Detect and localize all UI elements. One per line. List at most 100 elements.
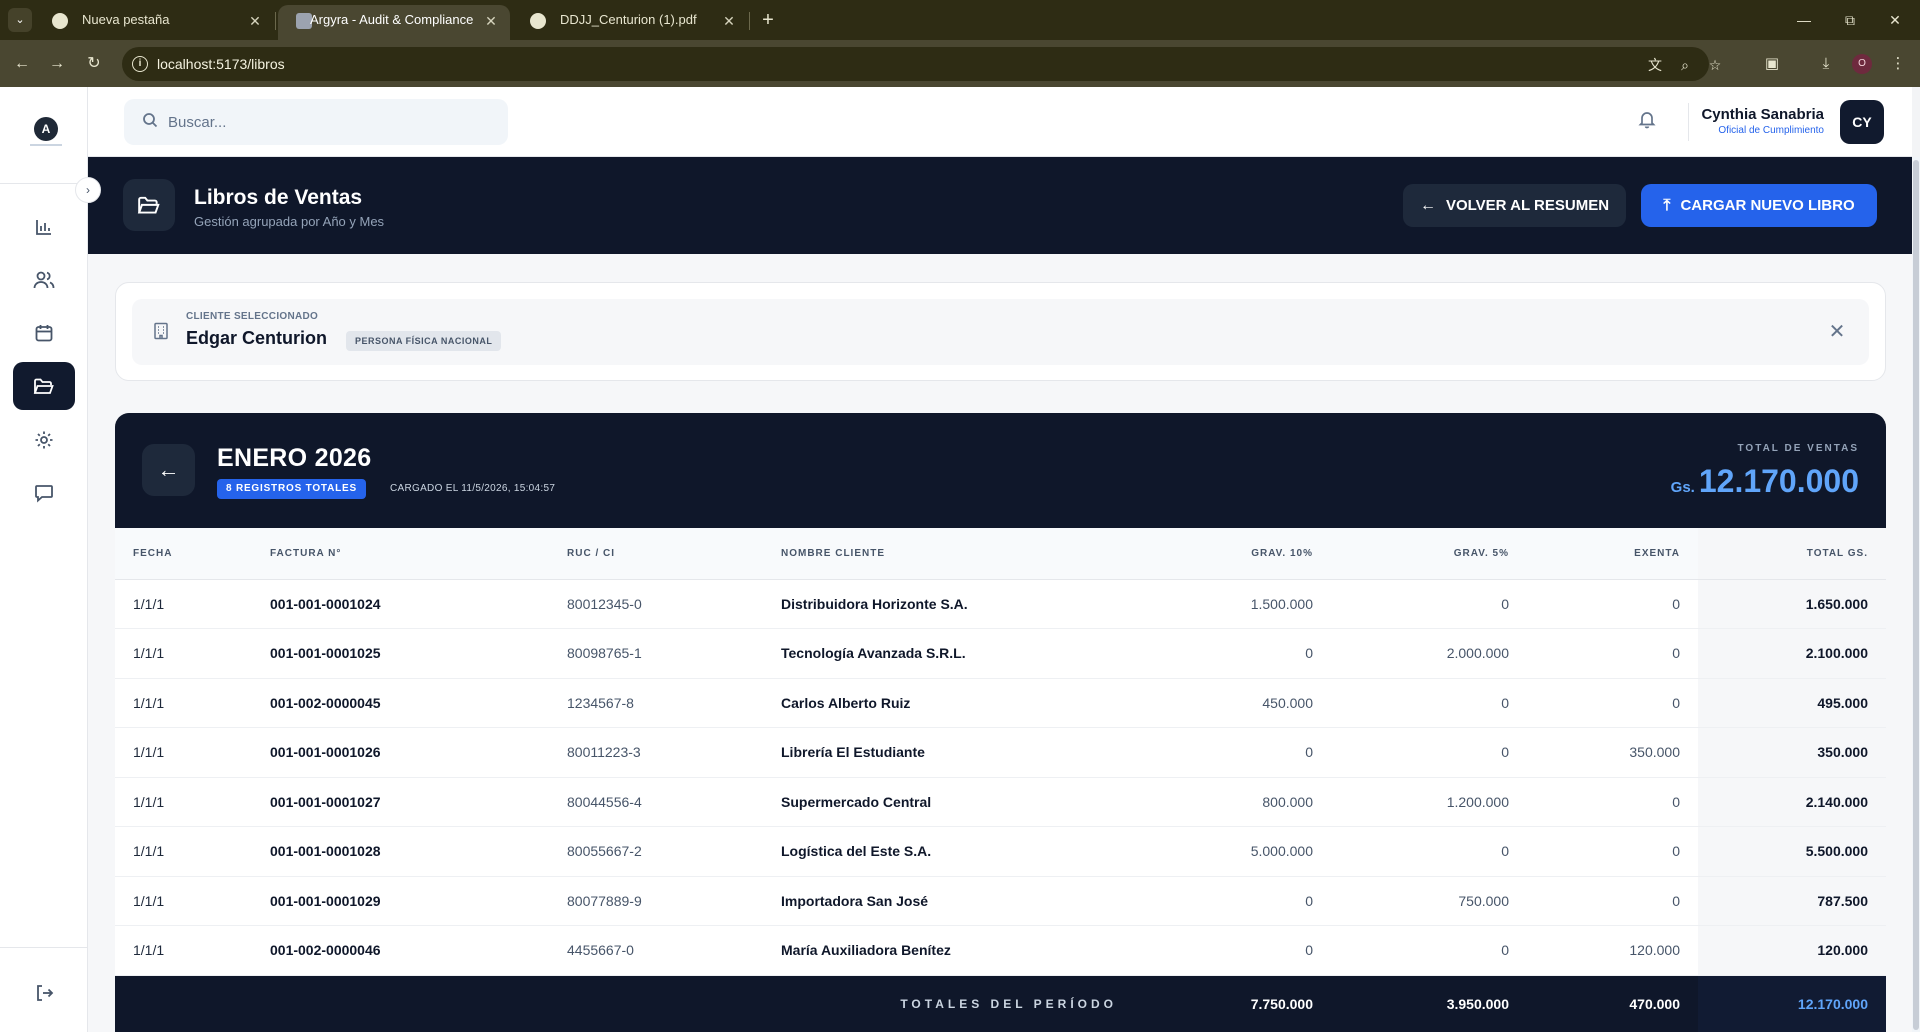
cell-total: 2.100.000 xyxy=(1698,628,1886,679)
column-header-fecha[interactable]: FECHA xyxy=(115,528,252,580)
minimize-icon[interactable]: — xyxy=(1789,8,1819,32)
logout-icon[interactable] xyxy=(28,977,60,1007)
new-tab-plus-icon[interactable]: + xyxy=(755,8,781,34)
table-row[interactable]: 1/1/1 001-001-0001028 80055667-2 Logística … xyxy=(115,826,1886,877)
sidebar-item-dashboard[interactable] xyxy=(13,202,75,250)
column-header-factura[interactable]: FACTURA N° xyxy=(252,528,549,580)
totals-label: TOTALES DEL PERÍODO xyxy=(115,975,1135,1032)
table-row[interactable]: 1/1/1 001-001-0001027 80044556-4 Supermerca… xyxy=(115,777,1886,827)
cell-exenta: 0 xyxy=(1527,826,1698,877)
table-row[interactable]: 1/1/1 001-001-0001025 80098765-1 Tecnología… xyxy=(115,628,1886,679)
profile-avatar[interactable]: O xyxy=(1852,54,1872,74)
table-row[interactable]: 1/1/1 001-002-0000046 4455667-0 María Auxil… xyxy=(115,925,1886,976)
ledger-header: ← ENERO 2026 8 REGISTROS TOTALES CARGADO… xyxy=(115,413,1886,528)
cell-ruc: 80077889-9 xyxy=(549,876,763,926)
cell-factura: 001-001-0001029 xyxy=(252,876,549,926)
back-to-summary-button[interactable]: ← VOLVER AL RESUMEN xyxy=(1403,184,1626,227)
cell-ruc: 80012345-0 xyxy=(549,579,763,629)
cell-exenta: 0 xyxy=(1527,876,1698,926)
search-box[interactable] xyxy=(124,99,508,145)
cell-factura: 001-001-0001024 xyxy=(252,579,549,629)
tab-separator xyxy=(275,12,276,30)
cell-grav10: 0 xyxy=(1135,727,1331,778)
tab-search-chevron-icon[interactable]: ⌄ xyxy=(8,8,32,32)
browser-tab-new[interactable]: Nueva pestaña ✕ xyxy=(34,5,274,40)
table-row[interactable]: 1/1/1 001-001-0001026 80011223-3 Librería E… xyxy=(115,727,1886,778)
tab-title: DDJJ_Centurion (1).pdf xyxy=(560,12,697,27)
table-header-row: FECHA FACTURA N° RUC / CI NOMBRE CLIENTE… xyxy=(115,528,1886,580)
restore-icon[interactable]: ⧉ xyxy=(1835,8,1865,32)
cell-grav10: 0 xyxy=(1135,876,1331,926)
page-subtitle: Gestión agrupada por Año y Mes xyxy=(194,214,385,229)
column-header-cliente[interactable]: NOMBRE CLIENTE xyxy=(763,528,1135,580)
sidebar-item-calendar[interactable] xyxy=(13,308,75,356)
client-type-badge: PERSONA FÍSICA NACIONAL xyxy=(346,331,502,351)
column-header-grav10[interactable]: GRAV. 10% xyxy=(1135,528,1331,580)
totals-row: TOTALES DEL PERÍODO 7.750.000 3.950.000 … xyxy=(115,975,1886,1032)
cell-fecha: 1/1/1 xyxy=(115,727,252,778)
browser-tab-pdf[interactable]: DDJJ_Centurion (1).pdf ✕ xyxy=(512,5,748,40)
cell-grav10: 0 xyxy=(1135,628,1331,679)
column-header-exenta[interactable]: EXENTA xyxy=(1527,528,1698,580)
browser-menu-icon[interactable]: ⋮ xyxy=(1886,52,1910,76)
cell-factura: 001-001-0001025 xyxy=(252,628,549,679)
table-row[interactable]: 1/1/1 001-002-0000045 1234567-8 Carlos Albe… xyxy=(115,678,1886,728)
upload-new-book-button[interactable]: ⤒ CARGAR NUEVO LIBRO xyxy=(1641,184,1877,227)
cell-exenta: 0 xyxy=(1527,777,1698,827)
browser-tab-argyra[interactable]: Argyra - Audit & Compliance ✕ xyxy=(278,5,510,40)
cell-fecha: 1/1/1 xyxy=(115,628,252,679)
cell-cliente: Tecnología Avanzada S.R.L. xyxy=(763,628,1135,679)
cell-fecha: 1/1/1 xyxy=(115,876,252,926)
cell-grav5: 0 xyxy=(1331,925,1527,976)
column-header-ruc[interactable]: RUC / CI xyxy=(549,528,763,580)
address-bar[interactable]: i localhost:5173/libros 文 ⌕ ☆ xyxy=(122,47,1721,81)
cell-fecha: 1/1/1 xyxy=(115,826,252,877)
cell-total: 1.650.000 xyxy=(1698,579,1886,629)
close-tab-icon[interactable]: ✕ xyxy=(720,12,738,30)
total-sales-label: TOTAL DE VENTAS xyxy=(1737,443,1859,454)
table-row[interactable]: 1/1/1 001-001-0001024 80012345-0 Distribuid… xyxy=(115,579,1886,629)
forward-arrow-icon[interactable]: → xyxy=(43,50,71,78)
cell-grav10: 450.000 xyxy=(1135,678,1331,728)
close-tab-icon[interactable]: ✕ xyxy=(482,12,500,30)
cell-fecha: 1/1/1 xyxy=(115,777,252,827)
close-window-icon[interactable]: ✕ xyxy=(1880,8,1910,32)
table-row[interactable]: 1/1/1 001-001-0001029 80077889-9 Importador… xyxy=(115,876,1886,926)
sidebar-item-messages[interactable] xyxy=(13,468,75,516)
cell-total: 120.000 xyxy=(1698,925,1886,976)
cell-exenta: 0 xyxy=(1527,579,1698,629)
translate-icon[interactable]: 文 xyxy=(1645,55,1665,75)
clear-client-close-icon[interactable]: ✕ xyxy=(1824,319,1850,345)
ledger-back-arrow-icon[interactable]: ← xyxy=(142,444,195,496)
search-input[interactable] xyxy=(168,99,498,145)
client-name: Edgar Centurion xyxy=(186,328,328,348)
cell-factura: 001-002-0000046 xyxy=(252,925,549,976)
sidebar-item-clients[interactable] xyxy=(13,255,75,303)
back-arrow-icon[interactable]: ← xyxy=(8,50,36,78)
cell-factura: 001-001-0001027 xyxy=(252,777,549,827)
address-url[interactable]: localhost:5173/libros xyxy=(157,56,285,72)
ledger-table: FECHA FACTURA N° RUC / CI NOMBRE CLIENTE… xyxy=(115,528,1886,1032)
cell-factura: 001-001-0001028 xyxy=(252,826,549,877)
user-avatar[interactable]: CY xyxy=(1840,100,1884,144)
selected-client-panel: CLIENTE SELECCIONADO Edgar Centurion PER… xyxy=(132,299,1869,365)
column-header-total[interactable]: TOTAL GS. xyxy=(1698,528,1886,580)
reload-icon[interactable]: ↻ xyxy=(80,50,108,78)
extensions-puzzle-icon[interactable]: ▣ xyxy=(1760,52,1784,76)
sidebar-collapse-chevron-icon[interactable]: › xyxy=(75,177,101,203)
cell-exenta: 350.000 xyxy=(1527,727,1698,778)
column-header-grav5[interactable]: GRAV. 5% xyxy=(1331,528,1527,580)
close-tab-icon[interactable]: ✕ xyxy=(246,12,264,30)
sidebar-item-settings[interactable] xyxy=(13,415,75,463)
downloads-icon[interactable]: ⤓ xyxy=(1814,52,1838,76)
sidebar-divider xyxy=(0,947,88,948)
notification-bell-icon[interactable] xyxy=(1634,109,1660,135)
zoom-icon[interactable]: ⌕ xyxy=(1675,55,1695,75)
back-to-summary-label: VOLVER AL RESUMEN xyxy=(1445,196,1610,214)
sidebar-item-libros[interactable] xyxy=(13,362,75,410)
cell-grav5: 750.000 xyxy=(1331,876,1527,926)
totals-grav10: 7.750.000 xyxy=(1135,975,1331,1032)
bookmark-star-icon[interactable]: ☆ xyxy=(1705,55,1725,75)
page-scrollbar-thumb[interactable] xyxy=(1913,160,1919,1030)
site-info-icon[interactable]: i xyxy=(132,56,148,72)
